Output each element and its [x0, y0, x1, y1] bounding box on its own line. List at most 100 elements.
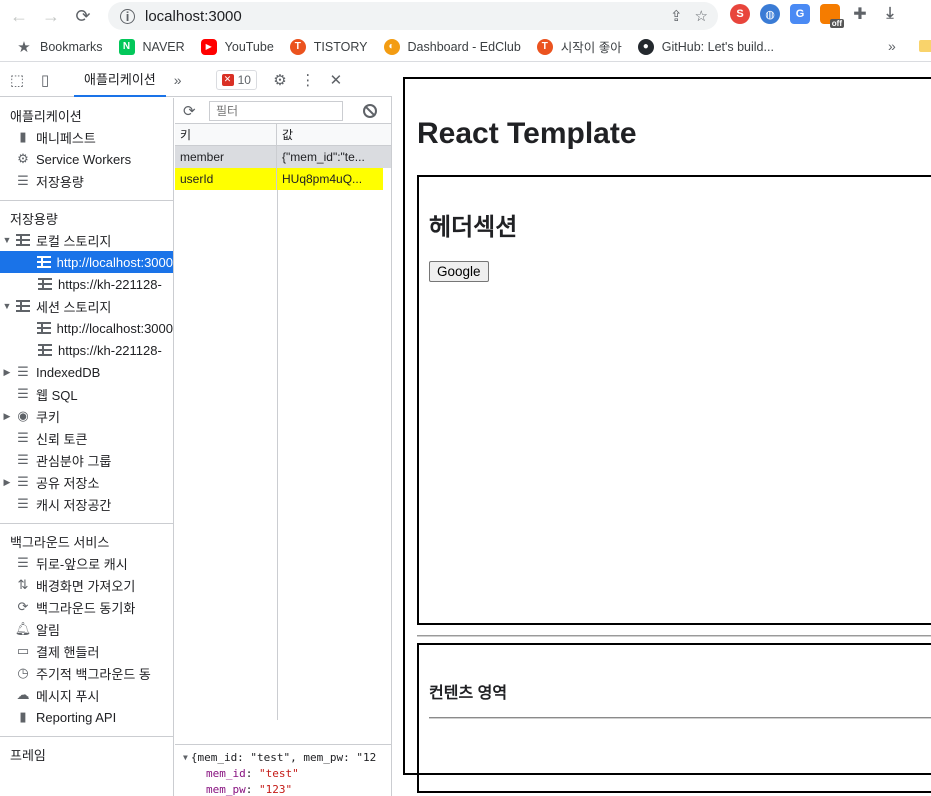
forward-arrow-icon[interactable]: → — [38, 3, 64, 29]
content-title: 컨텐츠 영역 — [429, 685, 508, 702]
sidebar-item-trust-tokens[interactable]: ☰ 신뢰 토큰 — [0, 427, 173, 449]
error-icon: ✕ — [221, 73, 234, 86]
sidebar-item-payment-handler[interactable]: ▭ 결제 핸들러 — [0, 640, 173, 662]
devtools-panel: ⬚ ▯ 애플리케이션 » ✕ 10 ⚙ ⋮ ✕ 애플리케이션 ▮ 매니페스트 ⚙ S… — [0, 63, 392, 796]
bookmark-item[interactable]: ◐ Dashboard - EdClub — [383, 38, 521, 55]
table-row[interactable]: member {"mem_id":"te... — [175, 146, 391, 168]
device-toolbar-icon[interactable]: ▯ — [34, 69, 56, 91]
sidebar-item-local-origin[interactable]: http://localhost:3000 — [0, 251, 173, 273]
chevron-right-icon[interactable]: ▶ — [0, 367, 14, 378]
chevron-right-icon[interactable]: ▶ — [0, 477, 14, 488]
back-arrow-icon[interactable]: ← — [6, 3, 32, 29]
property-key: mem_pw — [206, 782, 246, 796]
sidebar-item-cookies[interactable]: ▶ ◉ 쿠키 — [0, 405, 173, 427]
column-header-key[interactable]: 키 — [175, 124, 277, 145]
tab-application[interactable]: 애플리케이션 — [74, 63, 166, 97]
chevron-right-icon[interactable]: ▶ — [0, 411, 14, 422]
download-icon[interactable]: ⤓ — [880, 4, 900, 24]
property-value: "123" — [259, 782, 293, 796]
bookmark-item[interactable]: T 시작이 좋아 — [536, 37, 622, 56]
bookmark-item[interactable]: ▶ YouTube — [200, 38, 274, 55]
bookmark-label: TISTORY — [313, 39, 368, 54]
preview-property: mem_id: "test" — [206, 766, 299, 780]
header-section: 헤더섹션 Google — [417, 175, 931, 625]
sidebar-item-session-origin[interactable]: https://kh-221128- — [0, 339, 173, 361]
column-divider — [277, 190, 278, 720]
application-sidebar: 애플리케이션 ▮ 매니페스트 ⚙ Service Workers ☰ 저장용량 저장용… — [0, 98, 174, 796]
sidebar-item-cache-storage[interactable]: ☰ 캐시 저장공간 — [0, 493, 173, 515]
more-options-icon[interactable]: ⋮ — [297, 69, 319, 91]
filter-input[interactable] — [209, 100, 343, 121]
inspect-element-icon[interactable]: ⬚ — [6, 69, 28, 91]
bookmarks-overflow-button[interactable]: » — [888, 38, 896, 54]
preview-summary[interactable]: ▼ {mem_id: "test", mem_pw: "12 — [175, 749, 391, 765]
site-info-icon[interactable]: i — [120, 8, 135, 24]
extension-s-icon[interactable]: S — [730, 4, 750, 24]
extension-off-icon[interactable]: off — [820, 4, 844, 28]
sidebar-item-label: 배경화면 가져오기 — [36, 578, 136, 594]
extension-globe-icon[interactable]: ◍ — [760, 4, 780, 24]
sidebar-item-session-origin[interactable]: http://localhost:3000 — [0, 317, 173, 339]
bookmark-item[interactable]: T TISTORY — [289, 38, 368, 55]
property-key: mem_id — [206, 766, 246, 780]
sidebar-item-push-messaging[interactable]: ☁ 메시지 푸시 — [0, 684, 173, 706]
sidebar-item-label: 뒤로-앞으로 캐시 — [36, 556, 128, 572]
error-count-badge[interactable]: ✕ 10 — [215, 69, 257, 90]
sidebar-item-session-storage[interactable]: ▼ 세션 스토리지 — [0, 295, 173, 317]
sidebar-item-reporting-api[interactable]: ▮ Reporting API — [0, 706, 173, 728]
sidebar-item-shared-storage[interactable]: ▶ ☰ 공유 저장소 — [0, 471, 173, 493]
sidebar-item-bfcache[interactable]: ☰ 뒤로-앞으로 캐시 — [0, 552, 173, 574]
bookmark-item[interactable]: N NAVER — [118, 38, 185, 55]
divider — [0, 523, 173, 524]
sidebar-item-label: 웹 SQL — [36, 387, 78, 403]
sidebar-item-background-sync[interactable]: ⟳ 백그라운드 동기화 — [0, 596, 173, 618]
chevron-down-icon[interactable]: ▼ — [0, 301, 14, 311]
sidebar-item-label: 관심분야 그룹 — [36, 453, 112, 469]
github-icon: ● — [637, 38, 654, 55]
reload-icon[interactable]: ⟳ — [70, 3, 96, 29]
bookmark-label: Dashboard - EdClub — [407, 39, 521, 54]
sidebar-item-service-workers[interactable]: ⚙ Service Workers — [0, 148, 173, 170]
sidebar-item-notifications[interactable]: 🔔︎ 알림 — [0, 618, 173, 640]
row-key: userId — [175, 168, 277, 190]
puzzle-extensions-icon[interactable]: ✚ — [850, 4, 870, 24]
chevron-down-icon[interactable]: ▼ — [0, 235, 14, 245]
clear-all-icon[interactable] — [363, 103, 377, 118]
sidebar-item-local-storage[interactable]: ▼ 로컬 스토리지 — [0, 229, 173, 251]
sidebar-item-label: 매니페스트 — [36, 130, 96, 146]
folder-icon[interactable] — [919, 40, 931, 52]
sidebar-item-background-fetch[interactable]: ⇅ 배경화면 가져오기 — [0, 574, 173, 596]
bookmark-item[interactable]: ★ Bookmarks — [16, 39, 102, 56]
database-icon: ☰ — [17, 496, 29, 511]
url-text[interactable]: localhost:3000 — [145, 8, 242, 25]
address-bar[interactable]: i localhost:3000 ⇪ ☆ — [108, 2, 718, 30]
translate-extension-icon[interactable]: G — [790, 4, 810, 24]
sidebar-item-manifest[interactable]: ▮ 매니페스트 — [0, 126, 173, 148]
column-header-value[interactable]: 값 — [277, 124, 391, 145]
youtube-icon: ▶ — [200, 38, 217, 55]
share-icon[interactable]: ⇪ — [670, 7, 683, 25]
preview-property: mem_pw: "123" — [206, 782, 293, 796]
close-icon[interactable]: ✕ — [325, 69, 347, 91]
edclub-icon: ◐ — [383, 38, 400, 55]
table-row[interactable]: userId HUq8pm4uQ... — [175, 168, 391, 190]
sidebar-item-indexeddb[interactable]: ▶ ☰ IndexedDB — [0, 361, 173, 383]
refresh-icon[interactable]: ⟳ — [183, 102, 203, 120]
bookmark-star-icon[interactable]: ☆ — [695, 7, 708, 25]
sidebar-item-storage[interactable]: ☰ 저장용량 — [0, 170, 173, 192]
divider — [417, 635, 931, 637]
chevron-down-icon[interactable]: ▼ — [183, 753, 188, 762]
naver-icon: N — [118, 38, 135, 55]
more-tabs-button[interactable]: » — [174, 72, 182, 88]
sidebar-item-label: http://localhost:3000 — [56, 320, 173, 336]
sidebar-item-interest-groups[interactable]: ☰ 관심분야 그룹 — [0, 449, 173, 471]
table-icon — [36, 256, 51, 268]
sidebar-item-web-sql[interactable]: ☰ 웹 SQL — [0, 383, 173, 405]
divider — [0, 200, 173, 201]
settings-gear-icon[interactable]: ⚙ — [269, 69, 291, 91]
sidebar-item-periodic-sync[interactable]: ◷ 주기적 백그라운드 동 — [0, 662, 173, 684]
clock-icon: ◷ — [17, 665, 29, 680]
sidebar-item-local-origin[interactable]: https://kh-221128- — [0, 273, 173, 295]
google-login-button[interactable]: Google — [429, 261, 489, 282]
bookmark-item[interactable]: ● GitHub: Let's build... — [637, 38, 774, 55]
